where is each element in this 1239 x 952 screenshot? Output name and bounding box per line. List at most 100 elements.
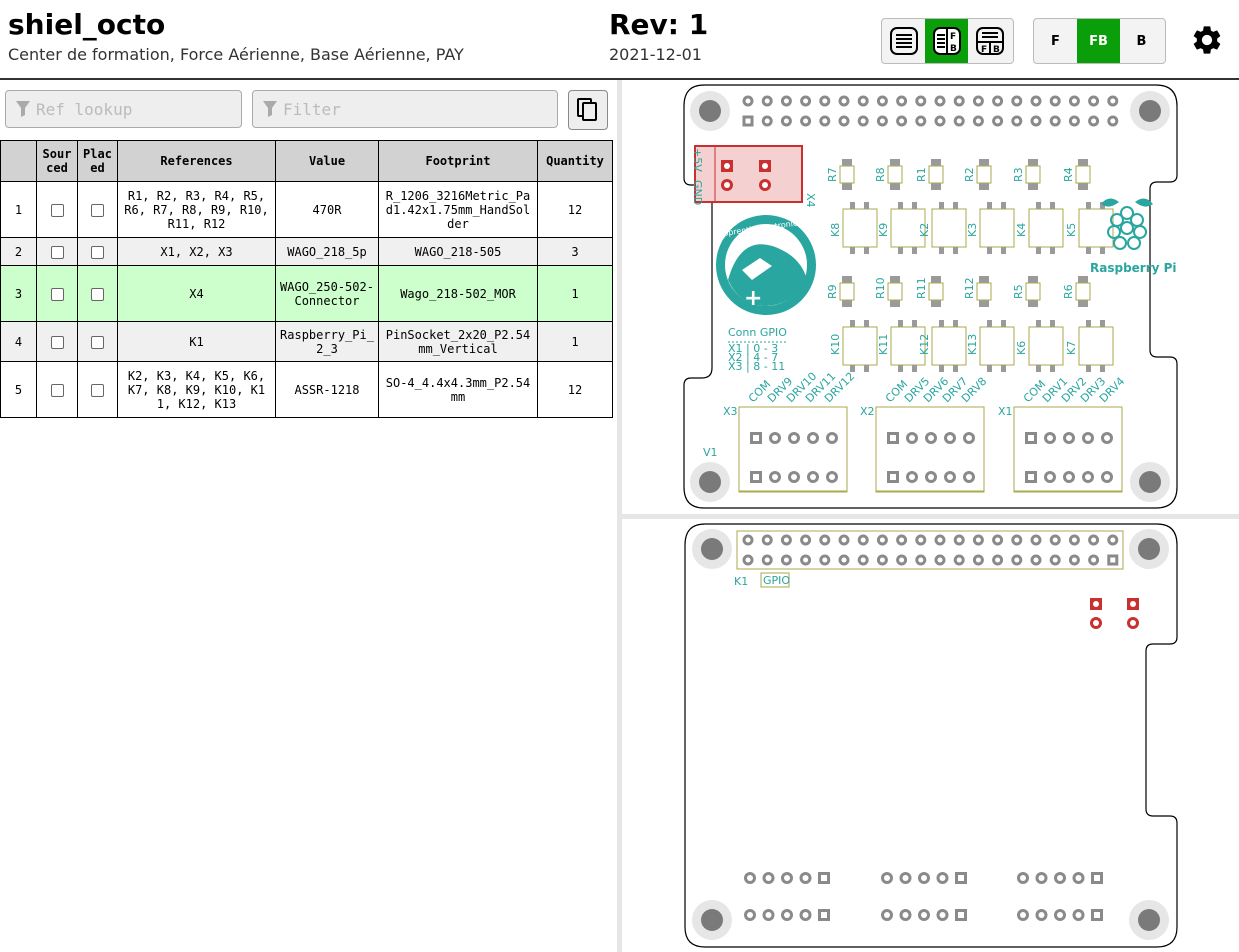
sourced-checkbox[interactable] bbox=[50, 335, 64, 349]
gpio-label: GPIO bbox=[763, 574, 790, 587]
col-placed-header[interactable]: Plac ed bbox=[77, 140, 118, 182]
table-row[interactable]: 2 X1, X2, X3 WAGO_218_5p WAGO_218-505 3 bbox=[0, 237, 613, 266]
resistor-pad bbox=[1028, 300, 1038, 307]
x4-connector-body[interactable] bbox=[694, 145, 803, 203]
header-pad-hole bbox=[822, 537, 828, 543]
resistor-pad bbox=[842, 300, 852, 307]
raspberry-pi-text: Raspberry Pi bbox=[1090, 261, 1177, 275]
resistor-pad bbox=[931, 276, 941, 283]
connector-pad-hole bbox=[921, 875, 927, 881]
relay-pad bbox=[1036, 320, 1041, 327]
row-index: 2 bbox=[0, 237, 37, 266]
connector-pad-hole bbox=[821, 875, 827, 881]
header-pad-hole bbox=[899, 557, 905, 563]
mounting-hole-center bbox=[701, 538, 723, 560]
mounting-hole-center bbox=[1139, 471, 1161, 493]
header-pad-hole bbox=[1014, 557, 1020, 563]
x4-label: X4 bbox=[804, 193, 817, 208]
relay-pad bbox=[1086, 365, 1091, 372]
k1-label: K1 bbox=[734, 575, 748, 588]
table-row[interactable]: 3 X4 WAGO_250-502-Connector Wago_218-502_MO… bbox=[0, 265, 613, 322]
both-sides-button[interactable]: FB bbox=[1077, 19, 1120, 63]
resistor-pad bbox=[890, 159, 900, 166]
header-pad-hole bbox=[937, 537, 943, 543]
bom-left-layout-button[interactable]: FB bbox=[925, 19, 968, 63]
table-row[interactable]: 5 K2, K3, K4, K5, K6, K7, K8, K9, K10, K1… bbox=[0, 361, 613, 418]
relay-pad bbox=[1036, 202, 1041, 209]
connector-pad-hole bbox=[753, 474, 759, 480]
header-pad-hole bbox=[860, 557, 866, 563]
header-pad-hole bbox=[918, 98, 924, 104]
front-side-button[interactable]: F bbox=[1034, 19, 1077, 63]
connector-pad-hole bbox=[1094, 875, 1100, 881]
connector-pad-hole bbox=[909, 474, 915, 480]
resistor-label: R7 bbox=[826, 167, 839, 182]
mounting-hole-center bbox=[1138, 538, 1160, 560]
references-cell: K2, K3, K4, K5, K6, K7, K8, K9, K10, K11… bbox=[117, 361, 276, 418]
col-references-header[interactable]: References bbox=[117, 140, 276, 182]
back-side-button[interactable]: B bbox=[1120, 19, 1163, 63]
header-pad-hole bbox=[879, 118, 885, 124]
sourced-checkbox bbox=[36, 181, 78, 238]
placed-checkbox[interactable] bbox=[91, 383, 104, 397]
back-pcb-canvas[interactable]: K1 GPIO bbox=[622, 519, 1239, 952]
bom-top-layout-button[interactable]: FB bbox=[968, 19, 1011, 63]
header-pad-hole bbox=[1110, 98, 1116, 104]
footprint-cell: WAGO_218-505 bbox=[378, 237, 538, 266]
front-pcb-canvas[interactable]: +5V GND X4 R7 K8 R9 K10 R8 K9 R10 K11 R1 K2 R11 K12… bbox=[622, 80, 1239, 514]
placed-checkbox bbox=[77, 265, 118, 322]
filter-input[interactable]: Filter bbox=[252, 90, 558, 128]
col-value-header[interactable]: Value bbox=[275, 140, 379, 182]
header-pad-hole bbox=[1014, 537, 1020, 543]
header-pad-hole bbox=[841, 537, 847, 543]
sourced-checkbox[interactable] bbox=[50, 245, 64, 259]
header-pad-hole bbox=[918, 557, 924, 563]
header-pad-hole bbox=[879, 537, 885, 543]
col-footprint-header[interactable]: Footprint bbox=[378, 140, 538, 182]
value-cell: ASSR-1218 bbox=[275, 361, 379, 418]
header-pad-hole bbox=[918, 118, 924, 124]
copy-button[interactable] bbox=[568, 90, 608, 130]
relay-pad bbox=[939, 320, 944, 327]
col-quantity-header[interactable]: Quantity bbox=[537, 140, 613, 182]
placed-checkbox[interactable] bbox=[91, 335, 104, 349]
sourced-checkbox[interactable] bbox=[50, 203, 64, 217]
bom-only-button[interactable] bbox=[882, 19, 925, 63]
connector-pad-hole bbox=[829, 474, 835, 480]
placed-checkbox[interactable] bbox=[91, 203, 104, 217]
svg-text:F: F bbox=[981, 45, 987, 55]
ref-lookup-input[interactable]: Ref lookup bbox=[5, 90, 242, 128]
header-pad-hole bbox=[745, 557, 751, 563]
relay-pad bbox=[1036, 247, 1041, 254]
relay-pad bbox=[953, 365, 958, 372]
side-button-group: F FB B bbox=[1033, 18, 1166, 64]
connector-pad-hole bbox=[1104, 474, 1110, 480]
relay-pad bbox=[1001, 365, 1006, 372]
value-cell: 470R bbox=[275, 181, 379, 238]
col-sourced-header[interactable]: Sour ced bbox=[36, 140, 78, 182]
header-pad-hole bbox=[1071, 557, 1077, 563]
resistor-pad bbox=[1078, 276, 1088, 283]
table-row[interactable]: 1 R1, R2, R3, R4, R5, R6, R7, R8, R9, R10… bbox=[0, 181, 613, 238]
header-pad-hole bbox=[1014, 98, 1020, 104]
sourced-checkbox[interactable] bbox=[50, 287, 64, 301]
placed-checkbox[interactable] bbox=[91, 245, 104, 259]
header-pad-hole bbox=[860, 98, 866, 104]
board-outline bbox=[684, 523, 1178, 948]
connector-pad-hole bbox=[1028, 474, 1034, 480]
mounting-hole-center bbox=[1138, 909, 1160, 931]
conn-table-header: Conn GPIO bbox=[728, 326, 787, 339]
connector-pad-hole bbox=[1066, 474, 1072, 480]
placed-checkbox[interactable] bbox=[91, 287, 104, 301]
header-pad-hole bbox=[956, 557, 962, 563]
relay-pad bbox=[1050, 202, 1055, 209]
table-row[interactable]: 4 K1 Raspberry_Pi_2_3 PinSocket_2x20_P2.54m… bbox=[0, 321, 613, 362]
settings-gear-icon[interactable] bbox=[1190, 23, 1224, 57]
resistor-pad bbox=[979, 276, 989, 283]
connector-pad-hole bbox=[928, 474, 934, 480]
relay-pad bbox=[912, 365, 917, 372]
relay-pad bbox=[1036, 365, 1041, 372]
connector-pad-hole bbox=[802, 875, 809, 881]
sourced-checkbox[interactable] bbox=[50, 383, 64, 397]
apprentis-logo: Apprentis Electroniciens + bbox=[716, 215, 816, 315]
